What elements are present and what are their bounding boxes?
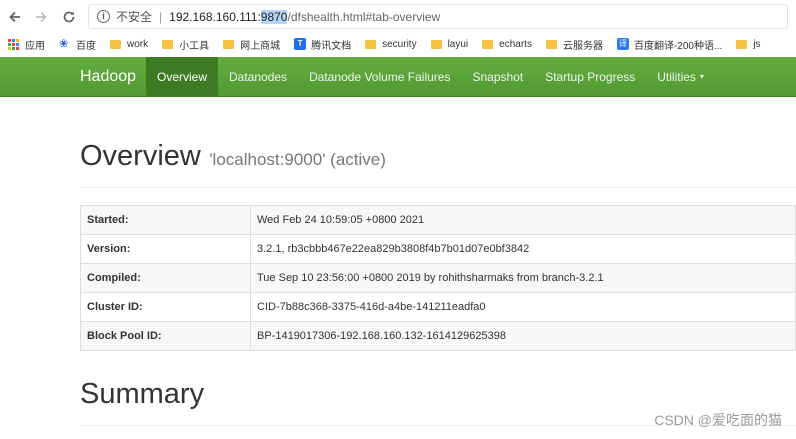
row-key: Compiled: bbox=[80, 263, 251, 293]
bookmark-tools[interactable]: 小工具 bbox=[162, 37, 209, 52]
address-bar[interactable]: i 不安全 | 192.168.160.111: 9870/dfshealth.h… bbox=[88, 4, 788, 29]
bookmark-label: 百度 bbox=[76, 40, 96, 52]
row-value: CID-7b88c368-3375-416d-a4be-141211eadfa0 bbox=[250, 292, 796, 322]
bookmark-label: 小工具 bbox=[179, 40, 210, 52]
apps-icon bbox=[8, 38, 19, 50]
folder-icon bbox=[365, 39, 377, 49]
bookmark-baidu[interactable]: ❀ 百度 bbox=[59, 37, 96, 52]
hadoop-navbar: Hadoop Overview Datanodes Datanode Volum… bbox=[0, 57, 796, 97]
row-key: Started: bbox=[80, 205, 251, 235]
folder-icon bbox=[482, 39, 494, 49]
paw-icon: ❀ bbox=[59, 38, 69, 50]
bookmark-label: js bbox=[753, 38, 761, 50]
row-value: BP-1419017306-192.168.160.132-1614129625… bbox=[250, 321, 796, 351]
folder-icon bbox=[736, 39, 748, 49]
bookmark-label: layui bbox=[447, 38, 469, 50]
security-label: 不安全 bbox=[116, 10, 153, 24]
bookmark-label: echarts bbox=[499, 38, 532, 50]
table-row: Version: 3.2.1, rb3cbbb467e22ea829b3808f… bbox=[80, 234, 796, 264]
bookmark-baidu-translate[interactable]: 译 百度翻译-200种语... bbox=[616, 37, 723, 52]
folder-icon bbox=[545, 39, 557, 49]
watermark: CSDN @爱吃面的猫 bbox=[654, 412, 782, 428]
nav-datanode-volume-failures[interactable]: Datanode Volume Failures bbox=[298, 57, 461, 96]
browser-toolbar: i 不安全 | 192.168.160.111: 9870/dfshealth.h… bbox=[0, 0, 796, 33]
bookmark-echarts[interactable]: echarts bbox=[482, 39, 532, 50]
table-row: Cluster ID: CID-7b88c368-3375-416d-a4be-… bbox=[80, 292, 796, 322]
bookmark-work[interactable]: work bbox=[110, 39, 148, 50]
bookmark-js[interactable]: js bbox=[736, 38, 761, 50]
nav-snapshot[interactable]: Snapshot bbox=[461, 57, 534, 96]
folder-icon bbox=[223, 39, 235, 49]
bookmarks-bar: 应用 ❀ 百度 work 小工具 网上商城 T 腾讯文档 security la… bbox=[0, 33, 796, 55]
reload-icon[interactable] bbox=[58, 6, 80, 28]
brand-link[interactable]: Hadoop bbox=[80, 57, 146, 96]
back-arrow-icon[interactable] bbox=[4, 6, 26, 28]
bookmark-label: 腾讯文档 bbox=[311, 40, 352, 52]
bookmark-mall[interactable]: 网上商城 bbox=[223, 37, 280, 52]
table-row: Compiled: Tue Sep 10 23:56:00 +0800 2019… bbox=[80, 263, 796, 293]
translate-icon: 译 bbox=[616, 38, 629, 50]
bookmark-label: work bbox=[127, 38, 149, 50]
forward-arrow-icon[interactable] bbox=[30, 6, 52, 28]
nav-overview[interactable]: Overview bbox=[146, 57, 219, 96]
row-key: Cluster ID: bbox=[80, 292, 251, 322]
url-path: /dfshealth.html#tab-overview bbox=[287, 9, 441, 24]
page-subtitle: 'localhost:9000' (active) bbox=[209, 150, 386, 169]
nav-utilities-label: Utilities bbox=[657, 69, 696, 84]
folder-icon bbox=[110, 39, 121, 49]
page-title: Overview bbox=[80, 140, 201, 172]
nav-utilities[interactable]: Utilities ▾ bbox=[646, 57, 715, 96]
bookmark-security[interactable]: security bbox=[365, 38, 417, 50]
table-row: Block Pool ID: BP-1419017306-192.168.160… bbox=[80, 321, 796, 351]
overview-table: Started: Wed Feb 24 10:59:05 +0800 2021 … bbox=[80, 205, 796, 351]
url-port: 9870 bbox=[260, 9, 288, 24]
bookmark-layui[interactable]: layui bbox=[430, 38, 469, 50]
bookmark-apps[interactable]: 应用 bbox=[8, 37, 45, 52]
folder-icon bbox=[162, 39, 174, 49]
table-row: Started: Wed Feb 24 10:59:05 +0800 2021 bbox=[80, 205, 796, 235]
bookmark-label: 应用 bbox=[25, 40, 45, 52]
url-host: 192.168.160.111: bbox=[169, 9, 261, 24]
url-separator: | bbox=[159, 9, 163, 24]
caret-down-icon: ▾ bbox=[699, 72, 704, 81]
info-icon[interactable]: i bbox=[97, 10, 110, 23]
nav-datanodes[interactable]: Datanodes bbox=[218, 57, 298, 96]
nav-startup-progress[interactable]: Startup Progress bbox=[534, 57, 646, 96]
bookmark-label: 云服务器 bbox=[562, 40, 603, 52]
row-key: Block Pool ID: bbox=[80, 321, 251, 351]
bookmark-tencent-docs[interactable]: T 腾讯文档 bbox=[294, 37, 351, 52]
row-value: 3.2.1, rb3cbbb467e22ea829b3808f4b7b01d07… bbox=[250, 234, 796, 264]
bookmark-label: 百度翻译-200种语... bbox=[633, 40, 723, 52]
row-value: Wed Feb 24 10:59:05 +0800 2021 bbox=[250, 205, 796, 235]
row-value: Tue Sep 10 23:56:00 +0800 2019 by rohith… bbox=[250, 263, 796, 293]
doc-icon: T bbox=[294, 38, 307, 50]
folder-icon bbox=[430, 39, 442, 49]
overview-header: Overview 'localhost:9000' (active) bbox=[80, 140, 796, 188]
bookmark-label: security bbox=[382, 38, 417, 50]
bookmark-cloud-server[interactable]: 云服务器 bbox=[545, 37, 603, 52]
row-key: Version: bbox=[80, 234, 251, 264]
bookmark-label: 网上商城 bbox=[240, 40, 281, 52]
